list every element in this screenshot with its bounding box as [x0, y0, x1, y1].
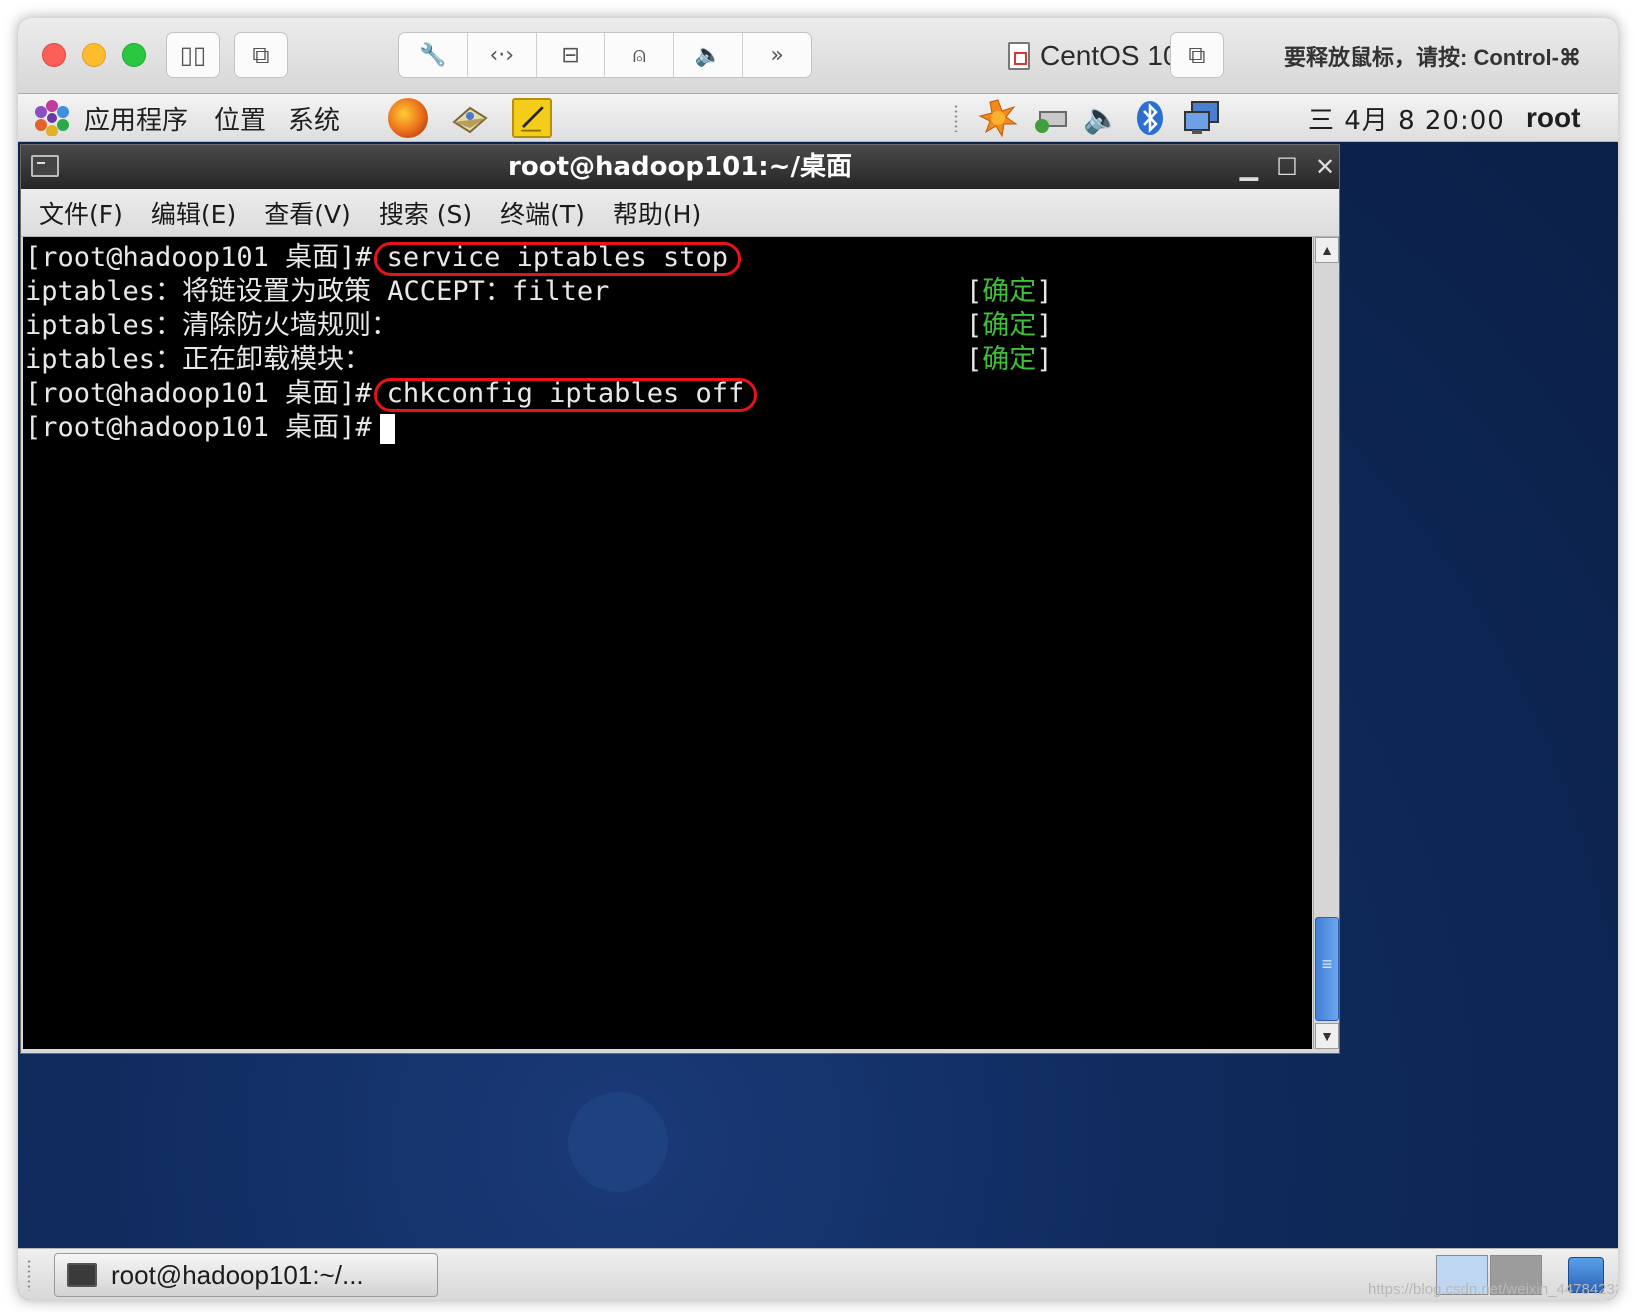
output-text: iptables：将链设置为政策 ACCEPT：filter — [25, 276, 610, 307]
status-indicator: [确定] — [966, 344, 1053, 375]
vm-device-toolbar: 🔧 ‹·› ⊟ ⍝ 🔈 » — [398, 32, 812, 78]
text-cursor — [379, 413, 395, 444]
wrench-button[interactable]: 🔧 — [399, 33, 468, 77]
menu-system[interactable]: 系统 — [288, 94, 340, 142]
user-menu[interactable]: root — [1526, 94, 1580, 142]
gnome-top-panel: 应用程序 位置 系统 🔈 三 4月 8 20:00 root — [18, 94, 1618, 142]
status-indicator: [确定] — [966, 276, 1053, 307]
terminal-titlebar[interactable]: root@hadoop101:~/桌面 ▁ ☐ ✕ — [21, 145, 1339, 189]
tray-handle — [953, 104, 959, 132]
highlighted-command: service iptables stop — [373, 242, 741, 276]
status-ok-label: 确定 — [982, 276, 1037, 307]
menu-applications[interactable]: 应用程序 — [84, 94, 188, 142]
output-text: iptables：清除防火墙规则： — [25, 310, 399, 341]
applications-logo-icon — [35, 100, 69, 136]
highlighted-command: chkconfig iptables off — [373, 378, 758, 412]
pause-icon: ▯▯ — [179, 41, 207, 69]
vm-toolbar: ▯▯ ⧉ 🔧 ‹·› ⊟ ⍝ 🔈 » CentOS 100 ⧉ 要释放鼠标，请按: Con… — [18, 18, 1618, 94]
status-ok-label: 确定 — [982, 310, 1037, 341]
more-icon: » — [770, 42, 784, 68]
terminal-line: iptables：清除防火墙规则： [确定] — [23, 309, 1312, 343]
person-icon: ⍝ — [632, 42, 646, 68]
terminal-title: root@hadoop101:~/桌面 — [508, 152, 852, 182]
code-arrows-icon: ‹·› — [489, 42, 515, 68]
shell-prompt: [root@hadoop101 桌面]# — [25, 242, 372, 273]
mail-client-icon[interactable] — [450, 98, 490, 138]
menu-edit[interactable]: 编辑(E) — [151, 195, 236, 231]
terminal-menubar: 文件(F) 编辑(E) 查看(V) 搜索 (S) 终端(T) 帮助(H) — [21, 189, 1339, 237]
terminal-line: iptables：将链设置为政策 ACCEPT：filter [确定] — [23, 275, 1312, 309]
status-ok-label: 确定 — [982, 344, 1037, 375]
close-terminal-button[interactable]: ✕ — [1311, 153, 1339, 181]
speaker-icon: 🔈 — [694, 42, 722, 68]
unity-mode-button[interactable]: ⧉ — [1170, 32, 1224, 78]
menu-places[interactable]: 位置 — [214, 94, 266, 142]
status-indicator: [确定] — [966, 310, 1053, 341]
wrench-icon: 🔧 — [419, 42, 447, 68]
maximize-terminal-button[interactable]: ☐ — [1273, 153, 1301, 181]
update-notifier-icon[interactable] — [978, 98, 1018, 138]
taskbar-label: root@hadoop101:~/... — [111, 1259, 364, 1290]
desktop-background: root@hadoop101:~/桌面 ▁ ☐ ✕ 文件(F) 编辑(E) 查看… — [18, 142, 1618, 1248]
display-icon[interactable] — [1182, 98, 1222, 138]
more-button[interactable]: » — [743, 33, 811, 77]
menu-terminal[interactable]: 终端(T) — [500, 195, 585, 231]
firefox-icon[interactable] — [388, 98, 428, 138]
desktop-decoration — [568, 1092, 668, 1192]
release-mouse-hint: 要释放鼠标，请按: Control-⌘ — [1284, 45, 1581, 70]
taskbar-terminal-button[interactable]: root@hadoop101:~/... — [54, 1253, 438, 1297]
close-window-button[interactable] — [42, 43, 66, 67]
menu-search[interactable]: 搜索 (S) — [379, 195, 472, 231]
snapshot-button[interactable]: ⧉ — [234, 32, 288, 78]
vm-title: CentOS 100 — [1008, 38, 1194, 74]
gnome-bottom-panel: root@hadoop101:~/... https://blog.csdn.n… — [18, 1248, 1618, 1300]
disk-button[interactable]: ⊟ — [537, 33, 606, 77]
bluetooth-icon[interactable] — [1130, 98, 1170, 138]
maximize-window-button[interactable] — [122, 43, 146, 67]
snapshot-icon: ⧉ — [252, 41, 270, 69]
panel-handle — [26, 1259, 32, 1291]
shell-prompt: [root@hadoop101 桌面]# — [25, 412, 372, 443]
terminal-line: [root@hadoop101 桌面]# service iptables sto… — [23, 241, 1312, 276]
terminal-line: [root@hadoop101 桌面]# chkconfig iptables o… — [23, 377, 1312, 412]
menu-view[interactable]: 查看(V) — [264, 195, 351, 231]
text-editor-icon[interactable] — [512, 98, 552, 138]
terminal-icon — [67, 1263, 97, 1287]
output-text: iptables：正在卸载模块： — [25, 344, 372, 375]
menu-file[interactable]: 文件(F) — [39, 195, 123, 231]
vm-window: ▯▯ ⧉ 🔧 ‹·› ⊟ ⍝ 🔈 » CentOS 100 ⧉ 要释放鼠标，请按: Con… — [18, 18, 1618, 1300]
terminal-window: root@hadoop101:~/桌面 ▁ ☐ ✕ 文件(F) 编辑(E) 查看… — [20, 144, 1340, 1054]
pause-button[interactable]: ▯▯ — [166, 32, 220, 78]
vm-document-icon — [1008, 42, 1030, 70]
watermark: https://blog.csdn.net/weixin_44784233 — [1368, 1281, 1618, 1298]
window-copy-icon: ⧉ — [1188, 41, 1206, 69]
volume-icon[interactable]: 🔈 — [1082, 98, 1122, 138]
person-button[interactable]: ⍝ — [605, 33, 675, 77]
shell-prompt: [root@hadoop101 桌面]# — [25, 378, 372, 409]
scroll-down-icon[interactable]: ▼ — [1315, 1023, 1339, 1049]
terminal-line: [root@hadoop101 桌面]# — [23, 411, 1312, 445]
minimize-window-button[interactable] — [82, 43, 106, 67]
disk-icon: ⊟ — [561, 42, 580, 68]
scroll-up-icon[interactable]: ▲ — [1315, 237, 1339, 263]
menu-help[interactable]: 帮助(H) — [613, 195, 701, 231]
code-arrows-button[interactable]: ‹·› — [468, 33, 537, 77]
speaker-button[interactable]: 🔈 — [674, 33, 744, 77]
terminal-output[interactable]: [root@hadoop101 桌面]# service iptables sto… — [23, 237, 1312, 1049]
minimize-terminal-button[interactable]: ▁ — [1235, 153, 1263, 181]
terminal-scrollbar[interactable]: ▲ ▼ — [1313, 237, 1339, 1049]
scrollbar-thumb[interactable] — [1315, 917, 1339, 1021]
network-icon[interactable] — [1030, 98, 1070, 138]
terminal-line: iptables：正在卸载模块： [确定] — [23, 343, 1312, 377]
clock[interactable]: 三 4月 8 20:00 — [1308, 94, 1505, 142]
